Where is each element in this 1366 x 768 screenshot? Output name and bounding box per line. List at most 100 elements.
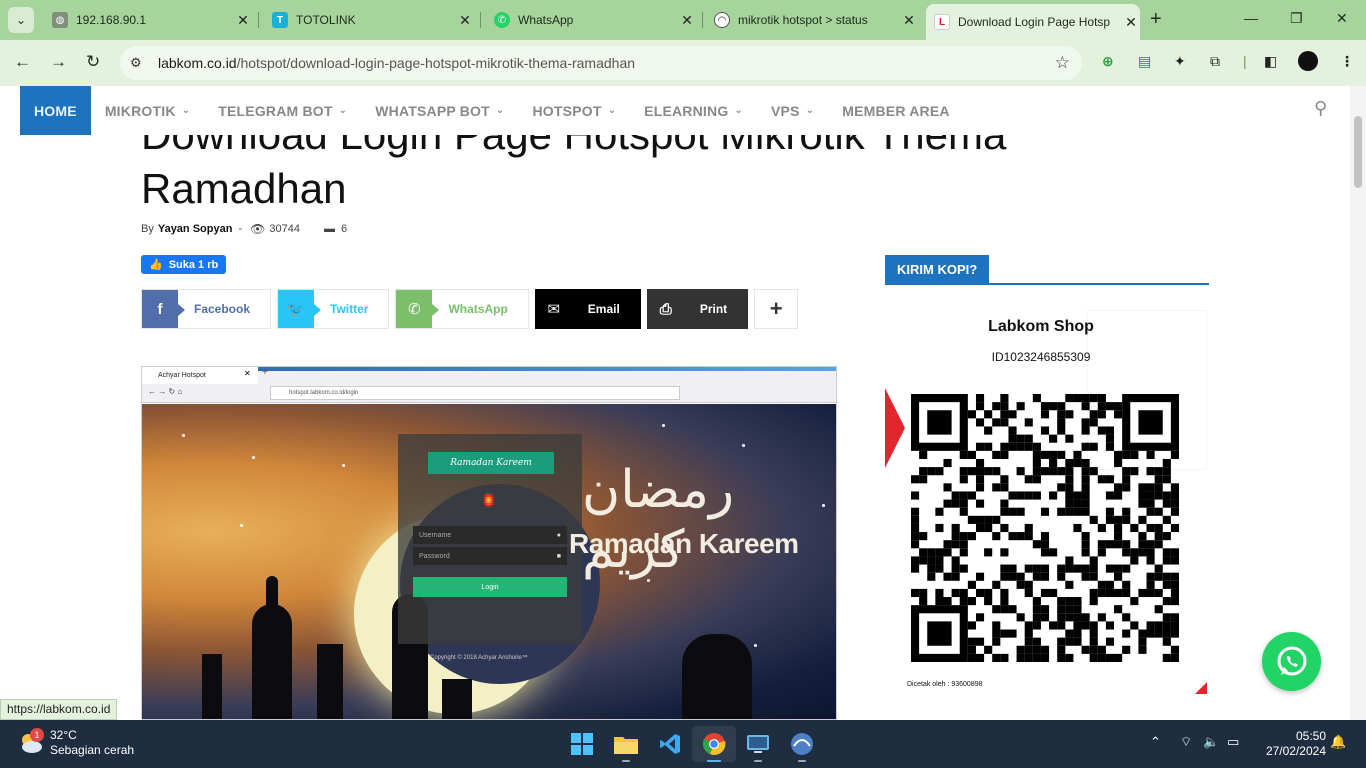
reload-button[interactable]: ↻ [86,52,100,72]
menu-member-area[interactable]: MEMBER AREA [828,86,963,135]
close-window-button[interactable]: ✕ [1336,10,1348,27]
share-more-button[interactable]: + [754,289,799,329]
show-hidden-icons[interactable]: ⌃ [1150,734,1161,750]
chrome-icon [702,733,726,755]
new-tab-button[interactable]: + [1150,8,1162,31]
address-bar[interactable]: ⚙ labkom.co.id/hotspot/download-login-pa… [120,46,1082,80]
star-dot [182,434,185,437]
menu-elearning[interactable]: ELEARNING ⌄ [630,86,757,135]
toolbar-divider: | [1243,53,1247,69]
back-button[interactable]: ← [14,52,31,72]
extensions-puzzle-icon[interactable]: ⧉ [1210,53,1220,70]
profile-avatar[interactable] [1298,51,1318,71]
minaret [202,654,222,719]
menu-label: MEMBER AREA [842,102,950,119]
file-explorer-app[interactable] [604,726,648,762]
ramadan-kareem-text: Ramadan Kareem [569,528,799,559]
plus-icon: + [769,296,783,321]
star-dot [754,644,757,647]
side-panel-icon[interactable]: ◧ [1264,53,1277,70]
chevron-down-icon: ⌄ [181,105,191,116]
username-field: Username ● [413,526,567,544]
toolbar: ← → ↻ ⚙ labkom.co.id/hotspot/download-lo… [0,40,1366,86]
tab-totolink[interactable]: T TOTOLINK ✕ [264,6,474,34]
comment-count[interactable]: 6 [341,223,347,235]
winbox-app[interactable] [780,726,824,762]
printer-icon: ⎙ [647,290,691,328]
extension-doc-icon[interactable]: ▤ [1138,53,1151,70]
start-button[interactable] [560,726,604,762]
menu-label: HOME [34,102,77,119]
facebook-like-button[interactable]: 👍 Suka 1 rb [141,255,227,274]
chrome-app[interactable] [692,726,736,762]
running-indicator [707,760,721,762]
share-twitter-button[interactable]: 🐦 Twitter [277,289,390,329]
image-plus-icon: + [262,367,268,378]
running-indicator [798,760,806,762]
whatsapp-float-button[interactable] [1262,632,1321,691]
monitor-icon [747,735,769,753]
mosque-tower [252,604,292,719]
url-path: /hotspot/download-login-page-hotspot-mik… [236,55,636,71]
restore-button[interactable]: ❐ [1290,10,1303,27]
menu-home[interactable]: HOME [20,86,91,135]
search-icon[interactable]: ⚲ [1314,98,1327,119]
extension-puzzle-dark-icon[interactable]: ✦ [1174,53,1186,70]
menu-hotspot[interactable]: HOTSPOT ⌄ [519,86,631,135]
close-tab-icon[interactable]: ✕ [678,12,696,29]
share-facebook-button[interactable]: f Facebook [141,289,272,329]
meta-separator: - [238,223,243,235]
globe-icon: ◍ [52,12,68,28]
vscode-icon [660,734,680,754]
battery-icon[interactable]: ▭ [1227,734,1239,750]
close-tab-icon[interactable]: ✕ [456,12,474,29]
clock-date: 27/02/2024 [1265,744,1326,758]
wifi-icon[interactable]: ⌔ [1180,734,1192,750]
share-print-button[interactable]: ⎙ Print [646,289,749,329]
tab-whatsapp[interactable]: ✆ WhatsApp ✕ [486,6,696,34]
article-meta: By Yayan Sopyan - 👁 30744 ▬ 6 [141,222,347,236]
whatsapp-icon: ✆ [396,290,440,328]
menu-vps[interactable]: VPS ⌄ [757,86,828,135]
weather-widget[interactable]: 1 32°C Sebagian cerah [18,728,134,758]
lantern-icon: 🏮 [480,492,498,508]
forward-button[interactable]: → [50,52,67,72]
facebook-icon: f [142,290,185,328]
bookmark-star-icon[interactable]: ☆ [1055,53,1070,73]
extension-plus-icon[interactable]: ⊕ [1102,53,1114,70]
taskbar-apps [560,726,824,762]
tab-router[interactable]: ◍ 192.168.90.1 ✕ [44,6,252,34]
page-scrollbar[interactable] [1350,86,1366,720]
menu-label: TELEGRAM BOT [218,102,333,119]
weather-icon: 1 [18,728,44,756]
menu-telegram-bot[interactable]: TELEGRAM BOT ⌄ [204,86,361,135]
password-field: Password ■ [413,547,567,565]
menu-icon[interactable]: ⋮ [1340,53,1354,70]
login-box: Ramadan Kareem 🏮 Username ● Password ■ Log… [398,434,582,644]
vscode-app[interactable] [648,726,692,762]
status-bar-url: https://labkom.co.id [0,699,118,720]
shop-name: Labkom Shop [988,318,1094,335]
system-clock[interactable]: 05:50 27/02/2024 [1262,729,1326,759]
close-tab-icon[interactable]: ✕ [900,12,918,29]
scrollbar-thumb[interactable] [1354,116,1362,188]
author-link[interactable]: Yayan Sopyan [158,223,233,235]
notification-bell-icon[interactable]: 🔔 [1330,734,1346,750]
menu-mikrotik[interactable]: MIKROTIK ⌄ [91,86,204,135]
share-whatsapp-button[interactable]: ✆ WhatsApp [395,289,529,329]
image-url-bar: hotspot.labkom.co.id/login [270,386,680,400]
tab-search-dropdown[interactable]: ⌄ [8,7,34,33]
close-tab-icon[interactable]: ✕ [1122,14,1140,31]
volume-icon[interactable]: 🔈 [1203,734,1219,750]
comment-icon: ▬ [323,223,335,235]
tab-labkom-active[interactable]: L Download Login Page Hotsp ✕ [926,4,1140,40]
minimize-button[interactable]: — [1244,10,1258,26]
tab-mikrotik[interactable]: ◠ mikrotik hotspot > status ✕ [706,6,918,34]
remote-desktop-app[interactable] [736,726,780,762]
menu-whatsapp-bot[interactable]: WHATSAPP BOT ⌄ [361,86,518,135]
share-email-button[interactable]: ✉ Email [534,289,641,329]
menu-label: VPS [771,102,800,119]
close-tab-icon[interactable]: ✕ [234,12,252,29]
clock-time: 05:50 [1295,729,1326,743]
site-settings-icon[interactable]: ⚙ [130,55,148,71]
